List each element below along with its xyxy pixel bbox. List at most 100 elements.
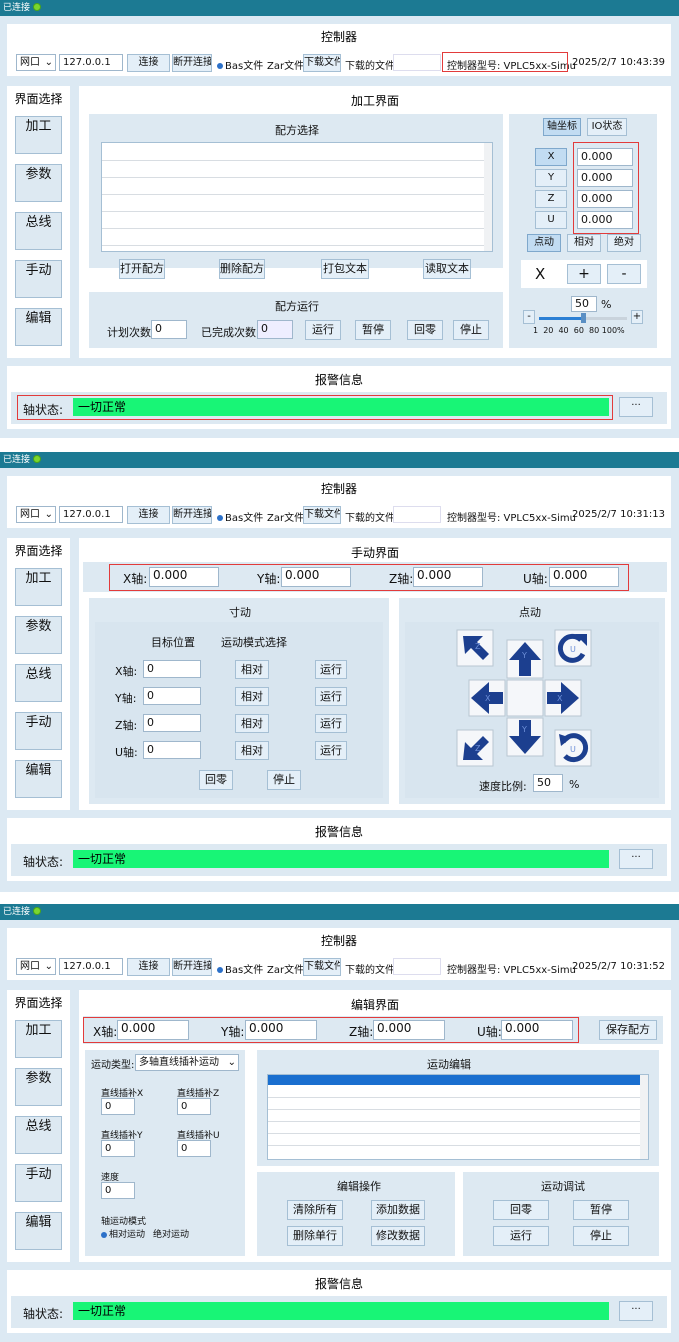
menu-params-button[interactable]: 参数 xyxy=(15,1068,62,1106)
inch-target-input[interactable]: 0 xyxy=(143,741,201,759)
jog-speed-input[interactable]: 50 xyxy=(533,774,563,792)
mode-jog-button[interactable]: 点动 xyxy=(527,234,561,252)
connect-button[interactable]: 连接 xyxy=(127,506,170,524)
zar-file-radio[interactable]: Zar文件 xyxy=(267,961,304,976)
menu-edit-button[interactable]: 编辑 xyxy=(15,1212,62,1250)
motion-type-select[interactable]: 多轴直线插补运动 ⌄ xyxy=(135,1054,239,1071)
field-u-input[interactable]: 0 xyxy=(177,1140,211,1157)
run-button[interactable]: 运行 xyxy=(305,320,341,340)
motion-list[interactable] xyxy=(267,1074,649,1160)
jog-minus-button[interactable]: - xyxy=(607,264,641,284)
read-text-button[interactable]: 读取文本 xyxy=(423,259,471,279)
alarm-more-button[interactable]: ··· xyxy=(619,849,653,869)
disconnect-button[interactable]: 断开连接 xyxy=(172,54,212,72)
alarm-more-button[interactable]: ··· xyxy=(619,1301,653,1321)
debug-run-button[interactable]: 运行 xyxy=(493,1226,549,1246)
inch-mode-button[interactable]: 相对 xyxy=(235,741,269,760)
field-y-input[interactable]: 0 xyxy=(101,1140,135,1157)
speed-input[interactable]: 0 xyxy=(101,1182,135,1199)
zar-file-radio[interactable]: Zar文件 xyxy=(267,509,304,524)
scrollbar[interactable] xyxy=(640,1075,648,1159)
home-button[interactable]: 回零 xyxy=(407,320,443,340)
mode-absolute-button[interactable]: 绝对 xyxy=(607,234,641,252)
speed-input[interactable]: 50 xyxy=(571,296,597,312)
tab-axis-coordinates[interactable]: 轴坐标 xyxy=(543,118,581,136)
port-select[interactable]: 网口 ⌄ xyxy=(16,54,56,71)
save-recipe-button[interactable]: 保存配方 xyxy=(599,1020,657,1040)
scrollbar[interactable] xyxy=(484,143,492,251)
tab-io-status[interactable]: IO状态 xyxy=(587,118,627,136)
ip-input[interactable]: 127.0.0.1 xyxy=(59,506,123,523)
delete-recipe-button[interactable]: 删除配方 xyxy=(219,259,265,279)
modify-data-button[interactable]: 修改数据 xyxy=(371,1226,425,1246)
inch-home-button[interactable]: 回零 xyxy=(199,770,233,790)
pause-button[interactable]: 暂停 xyxy=(355,320,391,340)
port-select[interactable]: 网口 ⌄ xyxy=(16,506,56,523)
bas-file-radio[interactable]: Bas文件 xyxy=(217,509,263,524)
speed-decrease-button[interactable]: - xyxy=(523,310,535,324)
inch-mode-button[interactable]: 相对 xyxy=(235,687,269,706)
bas-file-radio[interactable]: Bas文件 xyxy=(217,961,263,976)
inch-mode-button[interactable]: 相对 xyxy=(235,714,269,733)
speed-slider[interactable] xyxy=(539,313,627,323)
ip-input[interactable]: 127.0.0.1 xyxy=(59,958,123,975)
download-file-button[interactable]: 下载文件 xyxy=(303,506,341,524)
rotate-cw-icon[interactable]: U xyxy=(554,629,592,667)
inch-run-button[interactable]: 运行 xyxy=(315,687,347,706)
menu-manual-button[interactable]: 手动 xyxy=(15,712,62,750)
menu-manual-button[interactable]: 手动 xyxy=(15,260,62,298)
inch-run-button[interactable]: 运行 xyxy=(315,660,347,679)
connect-button[interactable]: 连接 xyxy=(127,958,170,976)
mode-relative-button[interactable]: 相对 xyxy=(567,234,601,252)
zar-file-radio[interactable]: Zar文件 xyxy=(267,57,304,72)
inch-mode-button[interactable]: 相对 xyxy=(235,660,269,679)
disconnect-button[interactable]: 断开连接 xyxy=(172,506,212,524)
download-file-button[interactable]: 下载文件 xyxy=(303,958,341,976)
field-x-input[interactable]: 0 xyxy=(101,1098,135,1115)
inch-target-input[interactable]: 0 xyxy=(143,687,201,705)
alarm-more-button[interactable]: ··· xyxy=(619,397,653,417)
recipe-list[interactable] xyxy=(101,142,493,252)
inch-target-input[interactable]: 0 xyxy=(143,660,201,678)
selected-row[interactable] xyxy=(268,1075,640,1085)
connect-button[interactable]: 连接 xyxy=(127,54,170,72)
relative-motion-radio[interactable]: 相对运动 xyxy=(101,1227,145,1240)
menu-params-button[interactable]: 参数 xyxy=(15,164,62,202)
debug-home-button[interactable]: 回零 xyxy=(493,1200,549,1220)
download-file-button[interactable]: 下载文件 xyxy=(303,54,341,72)
delete-row-button[interactable]: 删除单行 xyxy=(287,1226,343,1246)
arrow-up-icon[interactable]: Y xyxy=(506,639,544,679)
open-recipe-button[interactable]: 打开配方 xyxy=(119,259,165,279)
arrow-left-icon[interactable]: X xyxy=(468,679,506,717)
pack-text-button[interactable]: 打包文本 xyxy=(321,259,369,279)
jog-plus-button[interactable]: + xyxy=(567,264,601,284)
inch-run-button[interactable]: 运行 xyxy=(315,741,347,760)
arrow-down-left-icon[interactable]: Z xyxy=(456,729,494,767)
stop-button[interactable]: 停止 xyxy=(453,320,489,340)
debug-stop-button[interactable]: 停止 xyxy=(573,1226,629,1246)
inch-target-input[interactable]: 0 xyxy=(143,714,201,732)
inch-stop-button[interactable]: 停止 xyxy=(267,770,301,790)
speed-increase-button[interactable]: + xyxy=(631,310,643,324)
menu-bus-button[interactable]: 总线 xyxy=(15,212,62,250)
menu-bus-button[interactable]: 总线 xyxy=(15,1116,62,1154)
menu-edit-button[interactable]: 编辑 xyxy=(15,760,62,798)
add-data-button[interactable]: 添加数据 xyxy=(371,1200,425,1220)
debug-pause-button[interactable]: 暂停 xyxy=(573,1200,629,1220)
rotate-ccw-icon[interactable]: U xyxy=(554,729,592,767)
menu-bus-button[interactable]: 总线 xyxy=(15,664,62,702)
menu-process-button[interactable]: 加工 xyxy=(15,568,62,606)
menu-params-button[interactable]: 参数 xyxy=(15,616,62,654)
menu-process-button[interactable]: 加工 xyxy=(15,1020,62,1058)
arrow-up-left-icon[interactable]: Z xyxy=(456,629,494,667)
disconnect-button[interactable]: 断开连接 xyxy=(172,958,212,976)
inch-run-button[interactable]: 运行 xyxy=(315,714,347,733)
arrow-down-icon[interactable]: Y xyxy=(506,717,544,757)
menu-process-button[interactable]: 加工 xyxy=(15,116,62,154)
ip-input[interactable]: 127.0.0.1 xyxy=(59,54,123,71)
clear-all-button[interactable]: 清除所有 xyxy=(287,1200,343,1220)
absolute-motion-radio[interactable]: 绝对运动 xyxy=(153,1227,189,1240)
menu-edit-button[interactable]: 编辑 xyxy=(15,308,62,346)
port-select[interactable]: 网口 ⌄ xyxy=(16,958,56,975)
plan-count-input[interactable]: 0 xyxy=(151,320,187,339)
